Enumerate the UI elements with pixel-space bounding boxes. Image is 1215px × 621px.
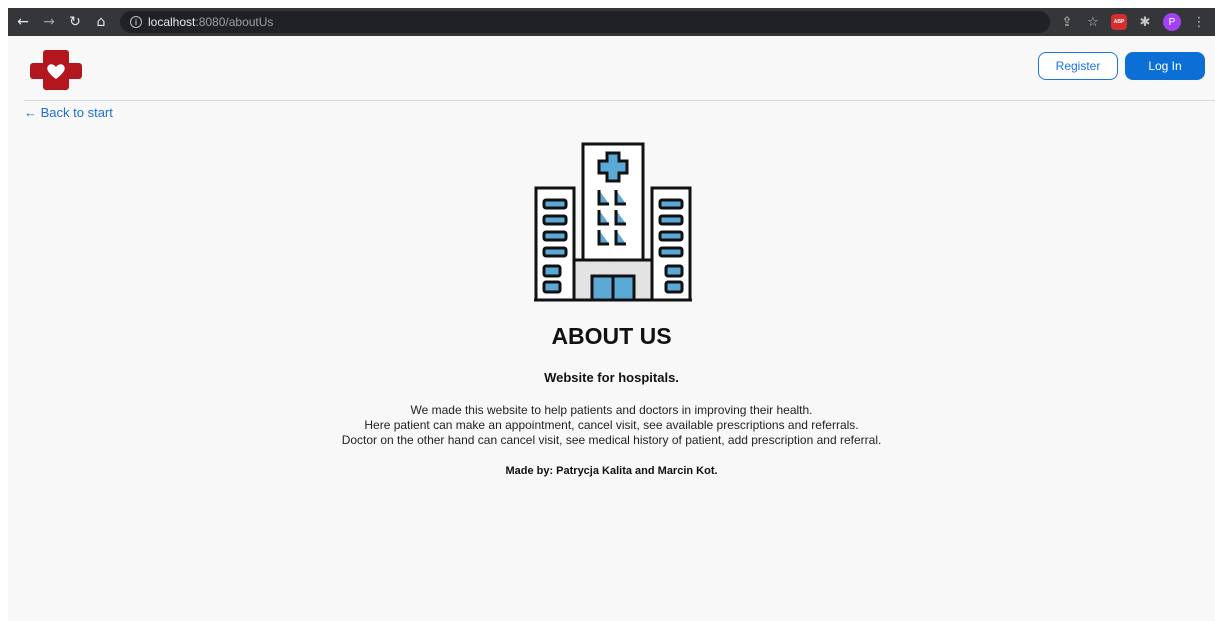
page: Register Log In ← Back to start ABOUT US… [8,36,1215,621]
page-subtitle: Website for hospitals. [544,370,679,385]
hospital-building-icon [534,142,692,302]
extensions-puzzle-icon[interactable]: ✱ [1137,15,1153,30]
reload-icon[interactable]: ↻ [64,11,86,33]
menu-dots-icon[interactable]: ⋮ [1191,15,1207,30]
bookmark-star-icon[interactable]: ☆ [1085,15,1101,30]
about-description: We made this website to help patients an… [8,403,1215,448]
description-line: Doctor on the other hand can cancel visi… [341,433,882,447]
description-line: Here patient can make an appointment, ca… [364,418,859,432]
login-button[interactable]: Log In [1125,52,1205,80]
url-host: localhost [148,15,196,29]
back-to-start-link[interactable]: ← Back to start [24,105,113,120]
address-bar[interactable]: i localhost:8080/aboutUs [120,11,1050,33]
forward-arrow-icon[interactable]: → [38,11,60,33]
home-icon[interactable]: ⌂ [90,11,112,33]
register-button[interactable]: Register [1038,52,1118,80]
share-icon[interactable]: ⇪ [1059,15,1075,30]
hospital-logo-icon[interactable] [30,48,82,92]
profile-avatar[interactable]: P [1163,13,1181,31]
header-divider [24,100,1215,101]
info-icon[interactable]: i [130,16,142,28]
back-arrow-icon[interactable]: ← [12,11,34,33]
description-line: We made this website to help patients an… [410,403,813,417]
adblock-extension-icon[interactable]: ABP [1111,14,1127,30]
url-path: :8080/aboutUs [195,15,274,29]
credits-text: Made by: Patrycja Kalita and Marcin Kot. [505,465,718,477]
browser-toolbar: ← → ↻ ⌂ i localhost:8080/aboutUs ⇪ ☆ ABP… [8,8,1215,36]
page-title: ABOUT US [551,323,672,349]
